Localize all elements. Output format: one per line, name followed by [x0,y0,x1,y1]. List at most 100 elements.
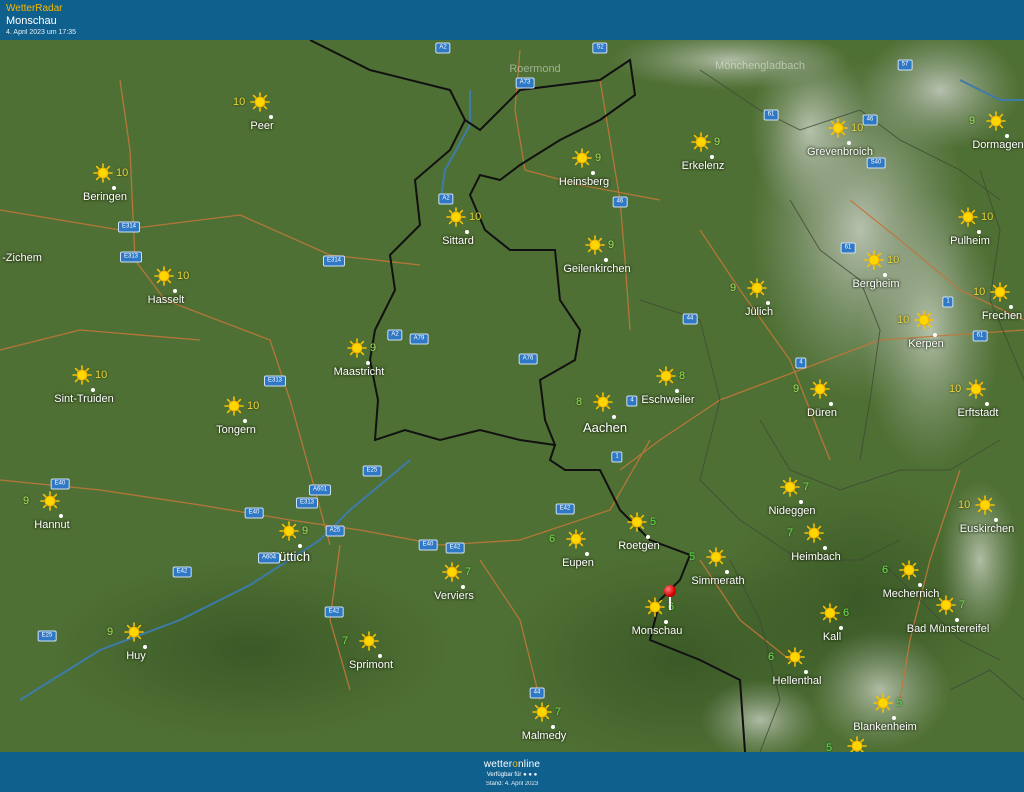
timestamp: 4. April 2023 um 17:35 [6,29,77,36]
city-dot [604,258,608,262]
city-label-d-ren[interactable]: Düren [807,407,837,419]
city-label-pulheim[interactable]: Pulheim [950,235,990,247]
temperature-euskirchen: 10 [958,499,971,511]
city-label-huy[interactable]: Huy [126,650,146,662]
city-dot [551,725,555,729]
road-sign: A601 [308,484,332,496]
city-label-eschweiler[interactable]: Eschweiler [641,394,694,406]
city-dot [985,402,989,406]
city-label-sprimont[interactable]: Sprimont [349,659,393,671]
city-dot [883,273,887,277]
sun-icon [820,603,840,623]
city-label-grevenbroich[interactable]: Grevenbroich [807,146,873,158]
temperature-geilenkirchen: 9 [608,239,615,251]
sun-icon [593,392,613,412]
road-sign: E42 [555,503,575,515]
city-dot [646,535,650,539]
sun-icon [780,477,800,497]
temperature-blankenheim: 5 [896,697,903,709]
city-dot [91,388,95,392]
city-label-tongern[interactable]: Tongern [216,424,256,436]
city-label-verviers[interactable]: Verviers [434,590,474,602]
road-sign: E42 [324,606,344,618]
city-dot [461,585,465,589]
temperature-verviers: 7 [465,566,472,578]
sun-icon [359,631,379,651]
sun-icon [532,702,552,722]
road-sign: 46 [862,114,878,126]
city-dot [173,289,177,293]
city-dot [366,361,370,365]
city-label-kerpen[interactable]: Kerpen [908,338,943,350]
sun-icon [990,282,1010,302]
city-label-bergheim[interactable]: Bergheim [852,278,899,290]
city-label-dormagen[interactable]: Dormagen [972,139,1023,151]
city-label-frechen[interactable]: Frechen [982,310,1022,322]
city-dot [612,415,616,419]
city-label-erkelenz[interactable]: Erkelenz [682,160,725,172]
location-pin-icon[interactable] [664,585,676,597]
road-sign: 46 [612,196,628,208]
sun-icon [810,379,830,399]
city-label-heimbach[interactable]: Heimbach [791,551,841,563]
temperature-j-lich: 9 [730,282,737,294]
sun-icon [747,278,767,298]
temperature-huy: 9 [107,626,114,638]
temperature-erftstadt: 10 [949,383,962,395]
city-label-roetgen[interactable]: Roetgen [618,540,660,552]
city-label-eupen[interactable]: Eupen [562,557,594,569]
temperature-kerpen: 10 [897,314,910,326]
temperature-hellenthal: 6 [768,651,775,663]
city-label-sint-truiden[interactable]: Sint-Truiden [54,393,114,405]
city-label-hannut[interactable]: Hannut [34,519,69,531]
city-dot [710,155,714,159]
city-label-blankenheim[interactable]: Blankenheim [853,721,917,733]
city-label-beringen[interactable]: Beringen [83,191,127,203]
city-dot [933,333,937,337]
temperature-heinsberg: 9 [595,152,602,164]
city-dot [378,654,382,658]
city-label-hellenthal[interactable]: Hellenthal [773,675,822,687]
city-label-peer[interactable]: Peer [250,120,273,132]
city-dot [847,141,851,145]
city-label-j-lich[interactable]: Jülich [745,306,773,318]
road-sign: S40 [866,157,886,169]
road-sign: 4 [795,357,807,369]
temperature-kall: 6 [843,607,850,619]
road-sign: E40 [50,478,70,490]
road-sign: E314 [117,221,141,233]
city-label-mechernich[interactable]: Mechernich [883,588,940,600]
city-label-heinsberg[interactable]: Heinsberg [559,176,609,188]
city-label-erftstadt[interactable]: Erftstadt [958,407,999,419]
city-dot [955,618,959,622]
sun-icon [645,597,665,617]
city-label-aachen[interactable]: Aachen [583,420,627,435]
city-dot [977,230,981,234]
sun-icon [446,207,466,227]
city-label-hasselt[interactable]: Hasselt [148,294,185,306]
road-sign: E25 [37,630,57,642]
city-label-nideggen[interactable]: Nideggen [768,505,815,517]
city-label-geilenkirchen[interactable]: Geilenkirchen [563,263,630,275]
city-label-euskirchen[interactable]: Euskirchen [960,523,1014,535]
temperature-frechen: 10 [973,286,986,298]
temperature-eschweiler: 8 [679,370,686,382]
city-dot [829,402,833,406]
temperature-eupen: 6 [549,533,556,545]
location-pin-stem [669,596,671,610]
road-sign: 4 [626,395,638,407]
wetteronline-logo[interactable]: wetteronline [0,759,1024,771]
temperature-bergheim: 10 [887,254,900,266]
city-label-bad-m-nstereifel[interactable]: Bad Münstereifel [907,623,990,635]
city-label-sittard[interactable]: Sittard [442,235,474,247]
sun-icon [899,560,919,580]
city-label-monschau[interactable]: Monschau [632,625,683,637]
road-sign: A79 [409,333,429,345]
city-label-simmerath[interactable]: Simmerath [691,575,744,587]
city-label-kall[interactable]: Kall [823,631,841,643]
city-label-malmedy[interactable]: Malmedy [522,730,567,742]
weather-map[interactable]: 10 Peer 10 Beringen -Zichem 10 Hasselt 10 Sint-T… [0,40,1024,752]
city-label-maastricht[interactable]: Maastricht [334,366,385,378]
city-label-zichem[interactable]: -Zichem [2,252,42,264]
sun-icon [804,523,824,543]
